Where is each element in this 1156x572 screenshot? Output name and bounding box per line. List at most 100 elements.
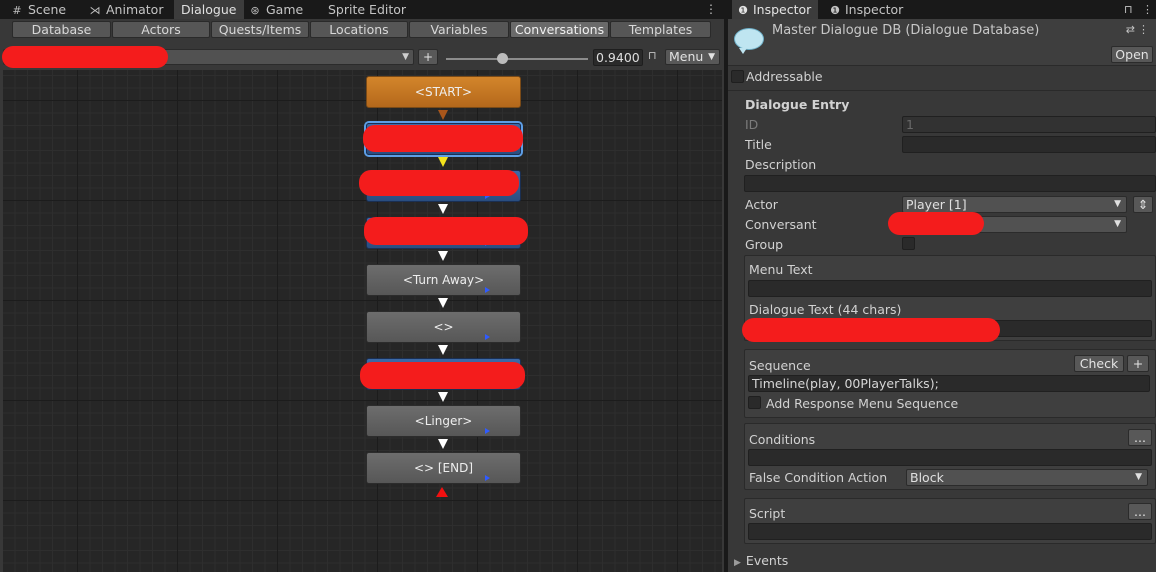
- actor-label: Actor: [745, 197, 778, 212]
- script-wizard-button[interactable]: ...: [1128, 503, 1152, 520]
- separator: [728, 90, 1156, 91]
- output-port-icon[interactable]: [485, 428, 490, 434]
- dialogue-editor-window: # Scene ⋊ Animator Dialogue ⊛ Game Sprite E…: [0, 0, 724, 572]
- grid-icon: #: [12, 4, 22, 17]
- link-arrow: [438, 345, 448, 355]
- db-tab-locations[interactable]: Locations: [310, 21, 408, 38]
- group-checkbox[interactable]: [902, 237, 915, 250]
- chevron-down-icon: ▼: [708, 52, 715, 62]
- info-icon: ❶: [830, 4, 840, 17]
- redaction-mark: [360, 362, 525, 389]
- chevron-down-icon: ▼: [402, 52, 409, 62]
- chevron-down-icon: ▼: [1135, 472, 1142, 482]
- chevron-down-icon: ▼: [1114, 219, 1121, 229]
- link-arrow: [438, 439, 448, 449]
- end-marker-icon: [436, 487, 448, 497]
- tab-game[interactable]: ⊛ Game: [248, 0, 314, 19]
- separator: [728, 65, 1156, 66]
- node-turn-away[interactable]: <Turn Away>: [366, 264, 521, 296]
- check-button[interactable]: Check: [1074, 355, 1124, 372]
- conversant-label: Conversant: [745, 217, 817, 232]
- db-tab-database[interactable]: Database: [12, 21, 111, 38]
- database-title: Master Dialogue DB (Dialogue Database): [772, 23, 1040, 38]
- inspector-tab-bar: ❶ Inspector ❶ Inspector ⊓ ⋮: [728, 0, 1156, 19]
- title-input[interactable]: [902, 136, 1156, 153]
- tab-dialogue[interactable]: Dialogue: [174, 0, 244, 19]
- node-empty[interactable]: <>: [366, 311, 521, 343]
- tab-sprite-editor[interactable]: Sprite Editor: [328, 0, 418, 19]
- db-tab-conversations[interactable]: Conversations: [510, 21, 609, 38]
- script-input[interactable]: [748, 523, 1152, 540]
- description-input[interactable]: [744, 175, 1156, 192]
- settings-icon[interactable]: ⇄⋮: [1126, 23, 1152, 36]
- window-menu-icon[interactable]: ⋮: [705, 0, 717, 19]
- database-header: Master Dialogue DB (Dialogue Database) ⇄…: [728, 19, 1156, 65]
- redaction-mark: [742, 318, 1000, 342]
- actor-stepper[interactable]: ⇕: [1133, 196, 1153, 213]
- database-section-tabs: Database Actors Quests/Items Locations V…: [0, 19, 724, 40]
- addressable-checkbox[interactable]: [731, 70, 744, 83]
- output-port-icon[interactable]: [485, 475, 490, 481]
- lock-icon[interactable]: ⊓: [648, 49, 657, 62]
- tab-inspector-secondary[interactable]: ❶ Inspector: [824, 0, 910, 19]
- node-graph-canvas[interactable]: <START> <Turn Away> <> <Linger> <> [END]: [3, 70, 722, 572]
- link-arrow: [438, 110, 448, 120]
- node-start[interactable]: <START>: [366, 76, 521, 108]
- db-tab-quests-items[interactable]: Quests/Items: [211, 21, 309, 38]
- section-title: Dialogue Entry: [745, 97, 850, 112]
- conditions-label: Conditions: [749, 432, 816, 447]
- zoom-slider[interactable]: [446, 58, 588, 60]
- false-condition-select[interactable]: Block ▼: [906, 469, 1148, 486]
- link-arrow-selected: [438, 157, 448, 167]
- link-arrow: [438, 251, 448, 261]
- link-arrow: [438, 392, 448, 402]
- tab-animator[interactable]: ⋊ Animator: [88, 0, 170, 19]
- editor-tab-bar: # Scene ⋊ Animator Dialogue ⊛ Game Sprite E…: [0, 0, 724, 19]
- menu-text-input[interactable]: [748, 280, 1152, 297]
- output-port-icon[interactable]: [485, 287, 490, 293]
- conversation-toolbar: ▼ + 0.9400 ⊓ Menu ▼: [0, 46, 724, 70]
- panel-menu-icon[interactable]: ⋮: [1142, 0, 1153, 19]
- description-label: Description: [745, 157, 817, 172]
- sequence-label: Sequence: [749, 358, 811, 373]
- link-arrow: [438, 298, 448, 308]
- db-tab-variables[interactable]: Variables: [409, 21, 509, 38]
- chevron-right-icon: ▶: [734, 558, 741, 568]
- redaction-mark: [363, 125, 523, 152]
- script-label: Script: [749, 506, 786, 521]
- open-button[interactable]: Open: [1111, 46, 1153, 63]
- events-foldout[interactable]: ▶ Events: [734, 553, 788, 568]
- lock-icon[interactable]: ⊓: [1124, 0, 1133, 19]
- gamepad-icon: ⊛: [250, 4, 260, 17]
- tab-inspector[interactable]: ❶ Inspector: [732, 0, 818, 19]
- redaction-mark: [359, 170, 519, 196]
- chevron-down-icon: ▼: [1114, 199, 1121, 209]
- id-label: ID: [745, 117, 759, 132]
- zoom-slider-thumb[interactable]: [497, 53, 509, 64]
- conditions-input[interactable]: [748, 449, 1152, 466]
- add-sequence-button[interactable]: +: [1127, 355, 1149, 372]
- menu-dropdown[interactable]: Menu ▼: [665, 49, 720, 65]
- addressable-label: Addressable: [746, 69, 823, 84]
- dialogue-database-icon: [734, 28, 764, 54]
- menu-text-label: Menu Text: [749, 262, 813, 277]
- output-port-icon[interactable]: [485, 334, 490, 340]
- title-label: Title: [745, 137, 772, 152]
- animator-icon: ⋊: [89, 4, 101, 17]
- node-linger[interactable]: <Linger>: [366, 405, 521, 437]
- info-icon: ❶: [738, 4, 748, 17]
- sequence-input[interactable]: Timeline(play, 00PlayerTalks);: [748, 375, 1150, 392]
- conditions-wizard-button[interactable]: ...: [1128, 429, 1152, 446]
- redaction-mark: [2, 46, 168, 68]
- node-end[interactable]: <> [END]: [366, 452, 521, 484]
- link-arrow: [438, 204, 448, 214]
- inspector-panel: ❶ Inspector ❶ Inspector ⊓ ⋮ Master Dialogu…: [728, 0, 1156, 572]
- add-conversation-button[interactable]: +: [418, 49, 438, 65]
- actor-select[interactable]: Player [1] ▼: [902, 196, 1127, 213]
- db-tab-actors[interactable]: Actors: [112, 21, 210, 38]
- tab-scene[interactable]: # Scene: [10, 0, 70, 19]
- db-tab-templates[interactable]: Templates: [610, 21, 711, 38]
- add-response-checkbox[interactable]: [748, 396, 761, 409]
- zoom-value-field[interactable]: 0.9400: [593, 49, 643, 66]
- id-field: 1: [902, 116, 1156, 133]
